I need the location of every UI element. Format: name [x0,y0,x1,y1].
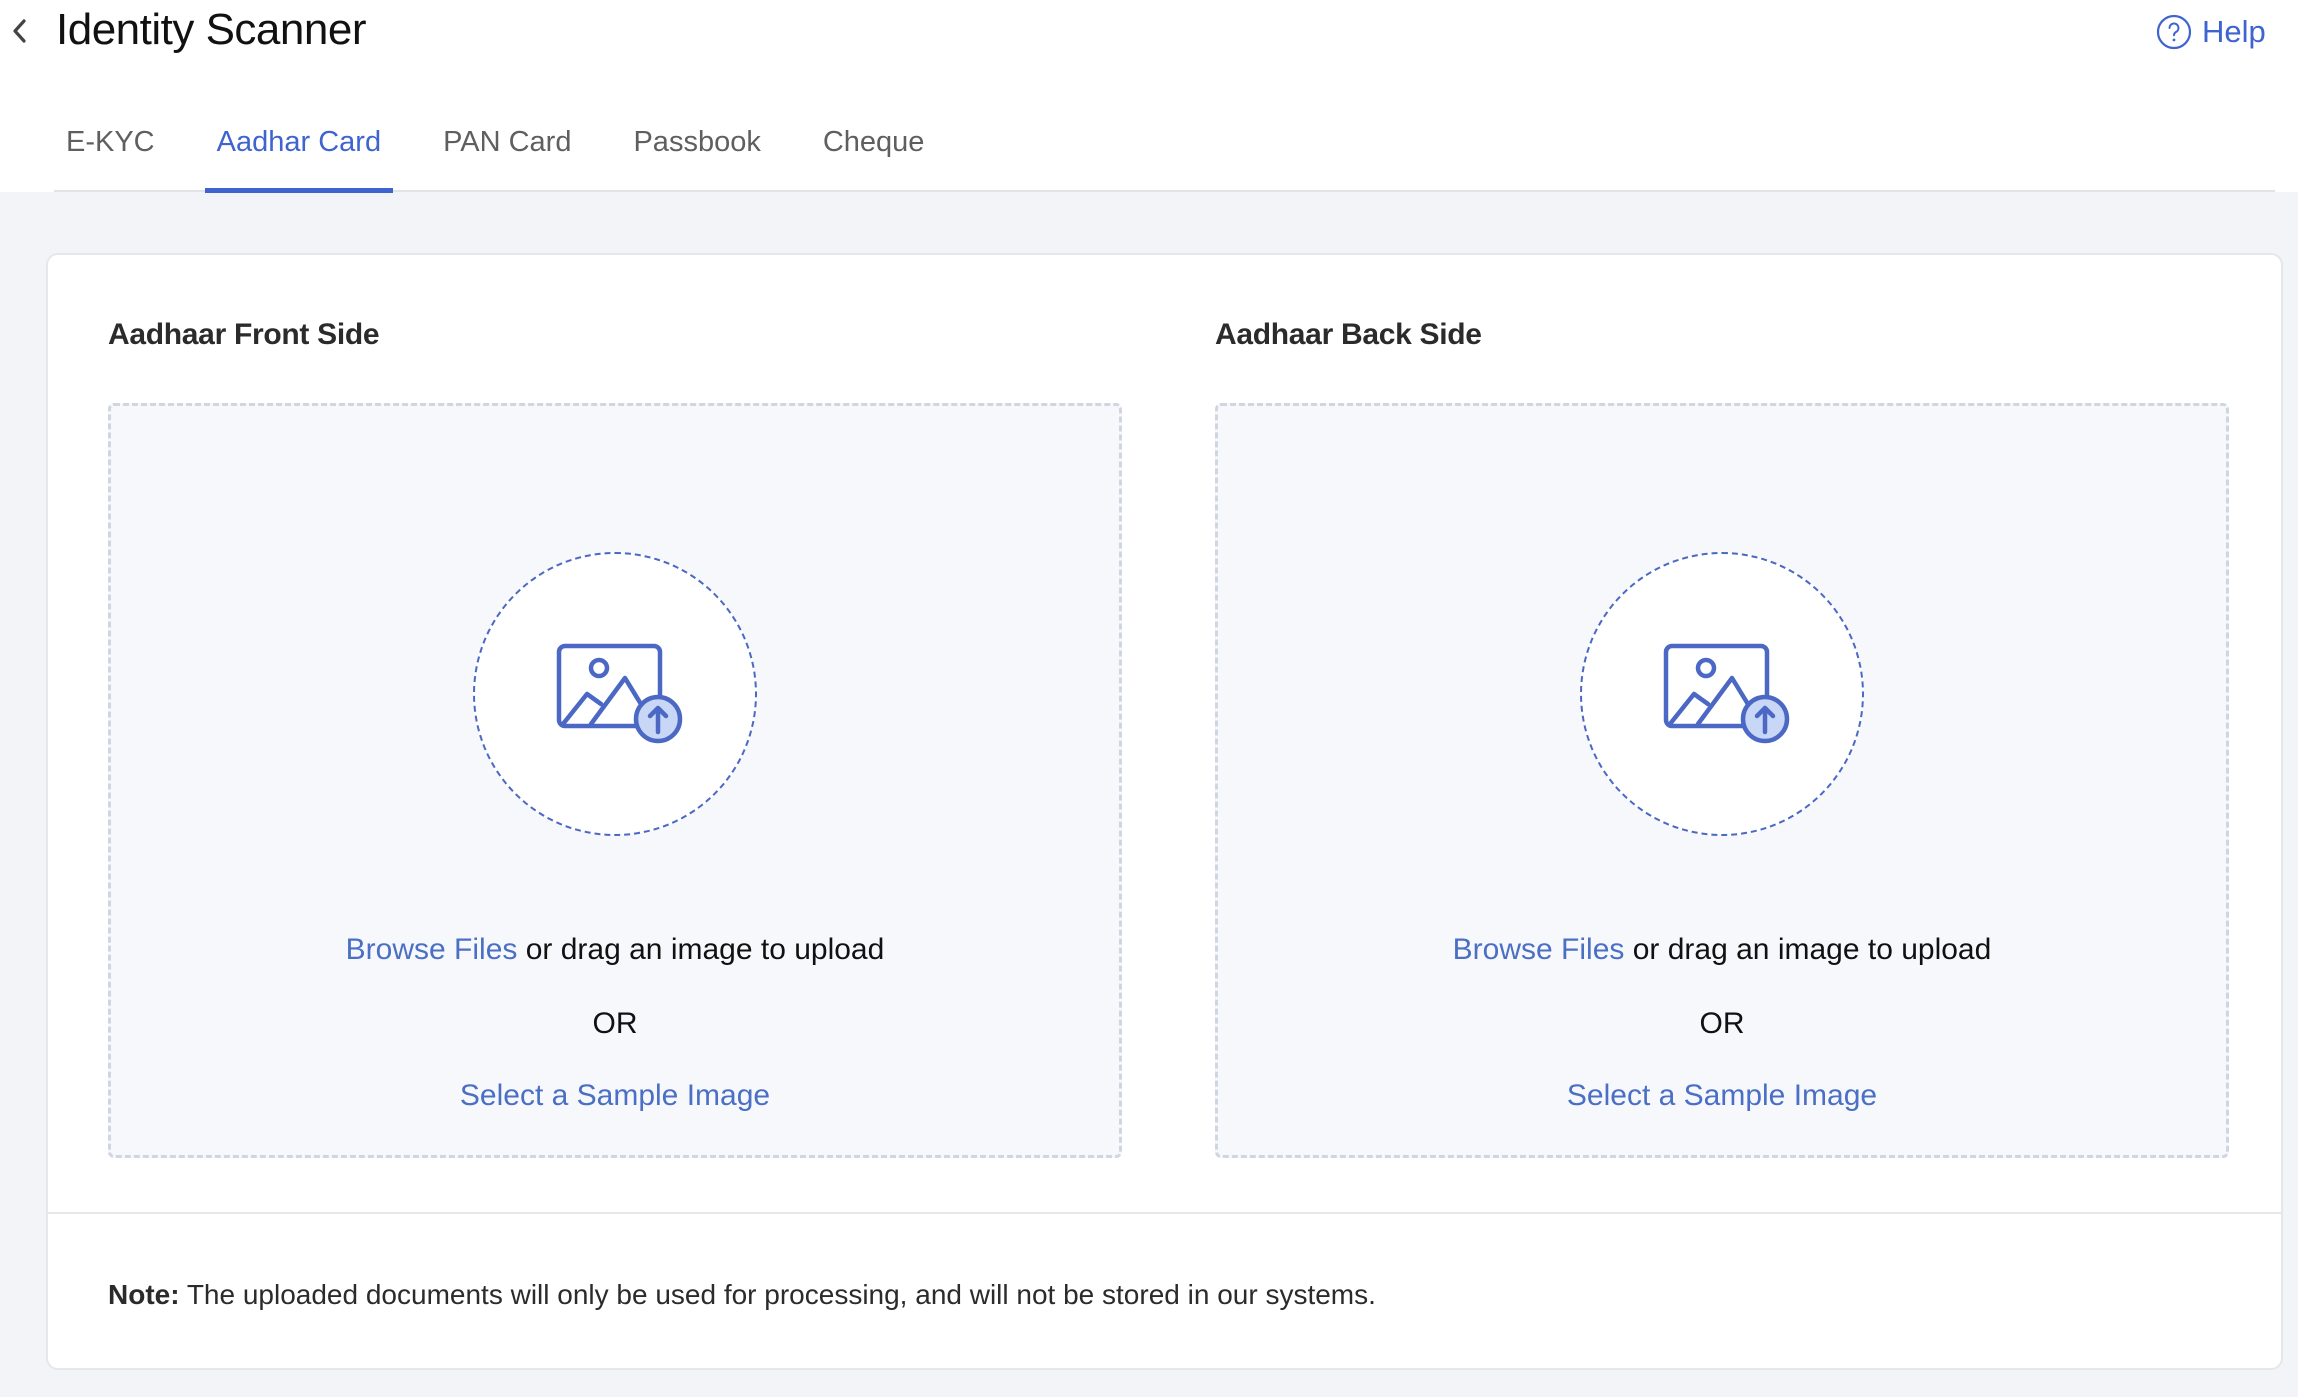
note-text: The uploaded documents will only be used… [179,1279,1376,1310]
image-upload-icon [556,643,683,744]
front-select-sample-image-link[interactable]: Select a Sample Image [460,1079,770,1112]
tab-bar: E-KYC Aadhar Card PAN Card Passbook Cheq… [54,120,2275,193]
back-upload-instructions: Browse Files or drag an image to upload [1218,930,2226,970]
back-sample-row: Select a Sample Image [1218,1076,2226,1116]
back-or-separator: OR [1699,1007,1745,1040]
chevron-left-icon [13,19,26,43]
tab-e-kyc[interactable]: E-KYC [54,120,167,190]
front-side-heading: Aadhaar Front Side [108,318,380,351]
tab-passbook[interactable]: Passbook [621,120,772,190]
tab-cheque[interactable]: Cheque [811,120,937,190]
front-drag-text: or drag an image to upload [517,933,885,966]
back-side-dropzone[interactable]: Browse Files or drag an image to upload … [1215,403,2229,1158]
front-upload-instructions: Browse Files or drag an image to upload [111,930,1119,970]
tab-pan-card[interactable]: PAN Card [431,120,583,190]
back-side-heading: Aadhaar Back Side [1215,318,1482,351]
page-title: Identity Scanner [56,5,366,54]
front-upload-circle[interactable] [473,552,757,836]
front-side-dropzone[interactable]: Browse Files or drag an image to upload … [108,403,1122,1158]
help-label: Help [2202,14,2266,49]
page-header: Identity Scanner Help E-KYC Aadhar Card … [0,0,2298,193]
back-button[interactable] [6,16,32,46]
front-browse-files-link[interactable]: Browse Files [346,933,518,966]
card-divider [48,1212,2281,1214]
back-drag-text: or drag an image to upload [1624,933,1992,966]
front-sample-row: Select a Sample Image [111,1076,1119,1116]
image-upload-icon [1663,643,1790,744]
back-select-sample-image-link[interactable]: Select a Sample Image [1567,1079,1877,1112]
back-browse-files-link[interactable]: Browse Files [1453,933,1625,966]
question-circle-icon [2156,14,2192,50]
privacy-note: Note: The uploaded documents will only b… [108,1275,1376,1315]
tab-aadhar-card[interactable]: Aadhar Card [204,120,394,193]
back-upload-circle[interactable] [1580,552,1864,836]
upload-card: Aadhaar Front Side Browse Files or drag … [46,253,2283,1370]
front-or-separator: OR [592,1007,638,1040]
help-link[interactable]: Help [2156,14,2266,50]
note-label: Note: [108,1279,180,1310]
